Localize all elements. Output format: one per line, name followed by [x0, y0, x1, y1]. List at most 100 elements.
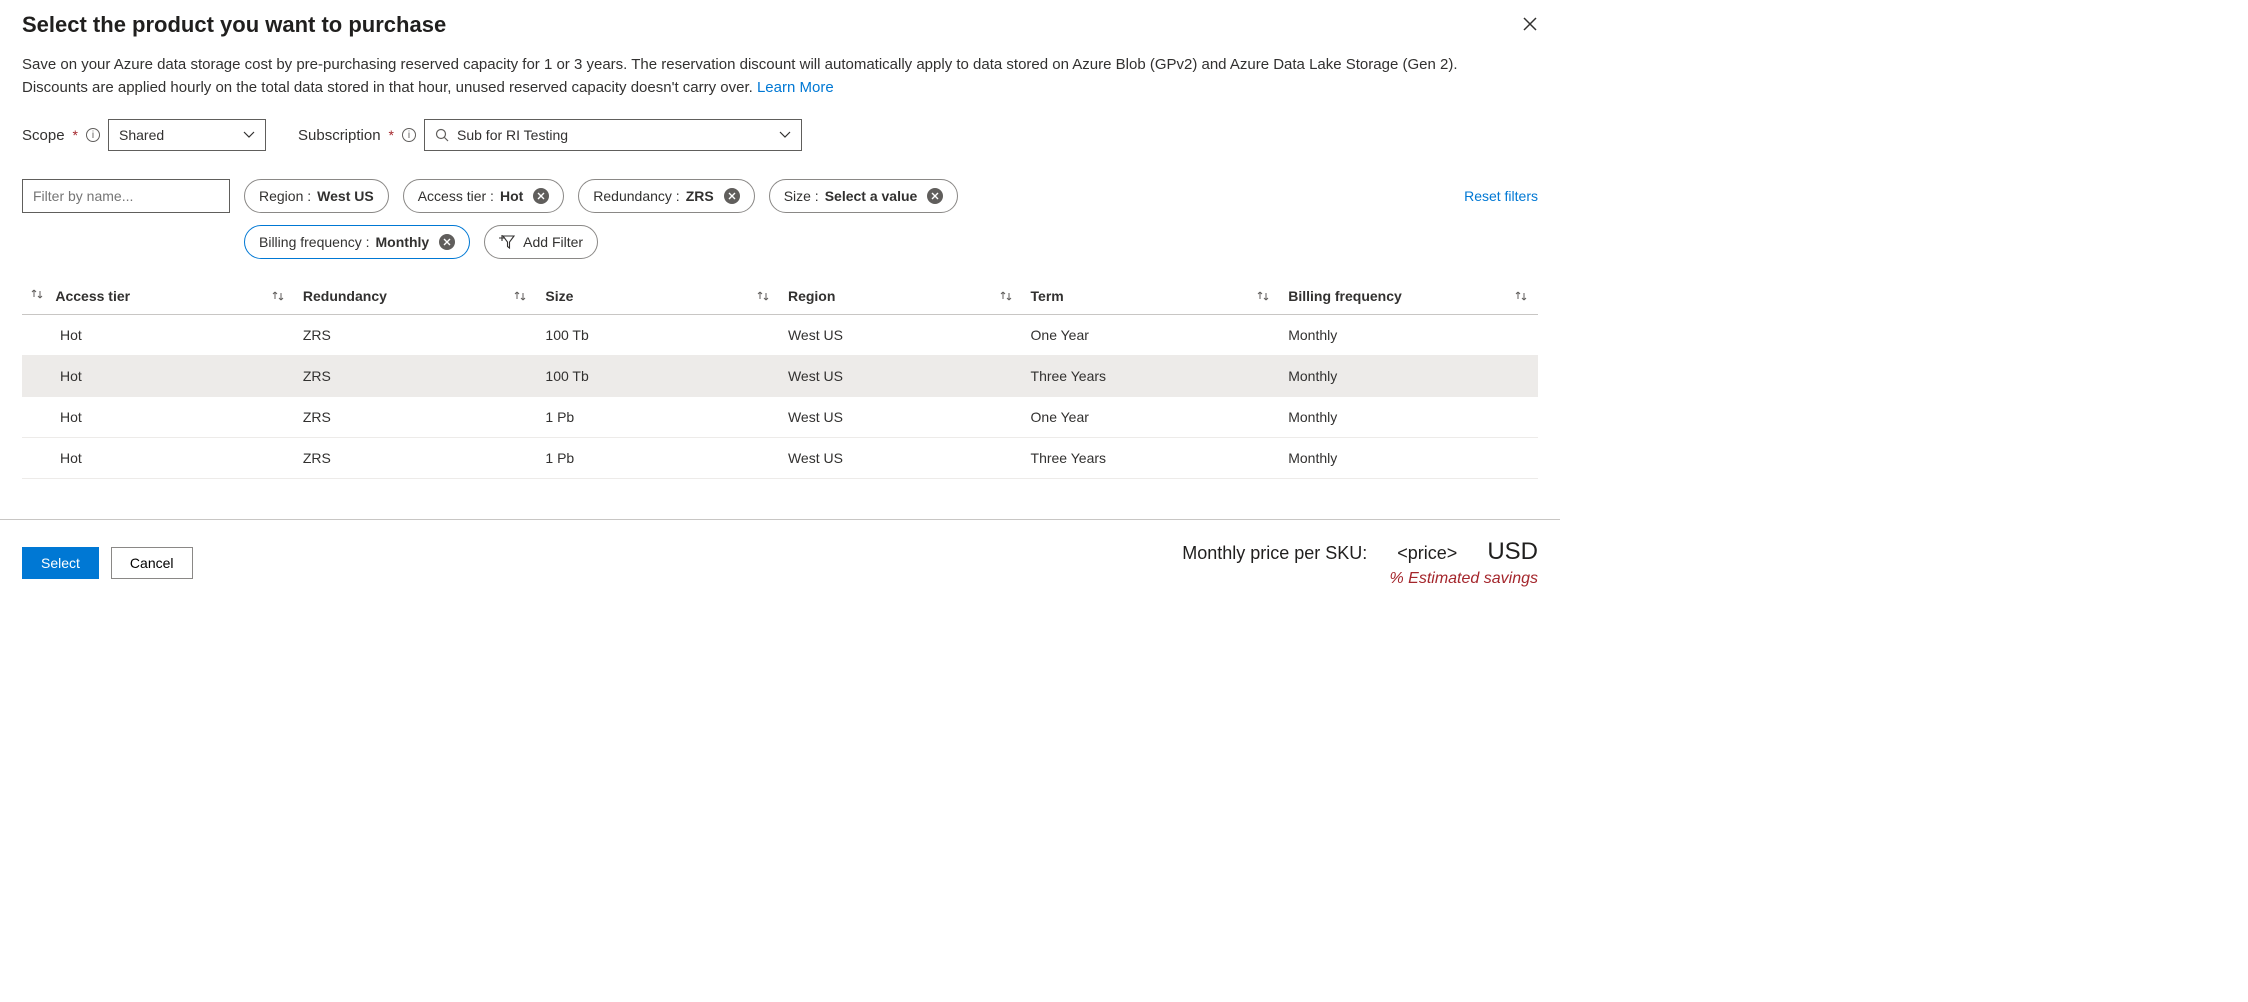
clear-filter-icon[interactable] [927, 188, 943, 204]
col-region[interactable]: Region [780, 277, 1023, 315]
learn-more-link[interactable]: Learn More [757, 79, 834, 96]
chevron-down-icon [779, 131, 791, 139]
close-button[interactable] [1518, 12, 1542, 36]
pill-label: Size : [784, 188, 819, 204]
cell-size: 1 Pb [537, 438, 780, 479]
sort-icon [756, 289, 770, 306]
table-row[interactable]: Hot ZRS 100 Tb West US One Year Monthly [22, 315, 1538, 356]
products-table: Access tier Redundancy Size [22, 277, 1538, 479]
filter-pill-access-tier[interactable]: Access tier : Hot [403, 179, 565, 213]
description-text: Save on your Azure data storage cost by … [22, 56, 1458, 96]
required-indicator: * [73, 127, 78, 143]
select-button[interactable]: Select [22, 547, 99, 579]
cell-size: 1 Pb [537, 397, 780, 438]
filter-pill-billing-frequency[interactable]: Billing frequency : Monthly [244, 225, 470, 259]
clear-filter-icon[interactable] [439, 234, 455, 250]
price-label: Monthly price per SKU: [1182, 543, 1367, 564]
cell-billing: Monthly [1280, 356, 1538, 397]
cell-access-tier: Hot [22, 356, 295, 397]
cell-region: West US [780, 356, 1023, 397]
purchase-panel: Select the product you want to purchase … [0, 0, 1560, 606]
scope-field: Scope * i Shared [22, 119, 266, 151]
col-label: Size [545, 288, 573, 304]
filter-by-name-input[interactable] [22, 179, 230, 213]
cell-billing: Monthly [1280, 438, 1538, 479]
sort-icon [271, 289, 285, 306]
cell-term: One Year [1023, 397, 1281, 438]
pill-value: Select a value [825, 188, 918, 204]
add-filter-button[interactable]: Add Filter [484, 225, 598, 259]
add-filter-icon [499, 234, 515, 250]
pill-label: Redundancy : [593, 188, 679, 204]
info-icon[interactable]: i [86, 128, 100, 142]
savings-label: % Estimated savings [1182, 570, 1538, 588]
cell-redundancy: ZRS [295, 356, 538, 397]
sort-icon [1514, 289, 1528, 306]
pill-value: ZRS [686, 188, 714, 204]
filter-pill-redundancy[interactable]: Redundancy : ZRS [578, 179, 754, 213]
subscription-value: Sub for RI Testing [457, 127, 568, 143]
add-filter-label: Add Filter [523, 234, 583, 250]
table-row[interactable]: Hot ZRS 100 Tb West US Three Years Month… [22, 356, 1538, 397]
pill-label: Billing frequency : [259, 234, 370, 250]
cell-size: 100 Tb [537, 356, 780, 397]
sort-icon [30, 287, 44, 301]
clear-filter-icon[interactable] [533, 188, 549, 204]
table-row[interactable]: Hot ZRS 1 Pb West US One Year Monthly [22, 397, 1538, 438]
fields-row: Scope * i Shared Subscription * i [22, 119, 1538, 151]
sort-icon [1256, 289, 1270, 306]
footer: Select Cancel Monthly price per SKU: <pr… [0, 519, 1560, 606]
currency-label: USD [1487, 538, 1538, 566]
col-size[interactable]: Size [537, 277, 780, 315]
close-icon [1523, 17, 1537, 31]
col-redundancy[interactable]: Redundancy [295, 277, 538, 315]
table-header-row: Access tier Redundancy Size [22, 277, 1538, 315]
col-label: Region [788, 288, 835, 304]
reset-filters-link[interactable]: Reset filters [1464, 188, 1538, 204]
info-icon[interactable]: i [402, 128, 416, 142]
filter-pill-region[interactable]: Region : West US [244, 179, 389, 213]
cell-redundancy: ZRS [295, 315, 538, 356]
cell-term: Three Years [1023, 438, 1281, 479]
scope-label: Scope [22, 127, 65, 144]
filter-pill-size[interactable]: Size : Select a value [769, 179, 959, 213]
cell-region: West US [780, 315, 1023, 356]
cell-region: West US [780, 438, 1023, 479]
filters-row-2: Billing frequency : Monthly Add Filter [244, 225, 1538, 259]
cell-size: 100 Tb [537, 315, 780, 356]
cell-access-tier: Hot [22, 438, 295, 479]
price-value: <price> [1397, 543, 1457, 564]
cell-billing: Monthly [1280, 315, 1538, 356]
cell-redundancy: ZRS [295, 438, 538, 479]
cell-region: West US [780, 397, 1023, 438]
filters-row: Region : West US Access tier : Hot Redun… [22, 179, 1538, 213]
footer-actions: Select Cancel [22, 547, 193, 579]
cell-access-tier: Hot [22, 315, 295, 356]
clear-filter-icon[interactable] [724, 188, 740, 204]
cell-term: One Year [1023, 315, 1281, 356]
subscription-label: Subscription [298, 127, 381, 144]
page-title: Select the product you want to purchase [22, 12, 1538, 38]
pill-label: Region : [259, 188, 311, 204]
pill-value: Hot [500, 188, 523, 204]
scope-value: Shared [119, 127, 164, 143]
col-label: Billing frequency [1288, 288, 1402, 304]
scope-select[interactable]: Shared [108, 119, 266, 151]
col-term[interactable]: Term [1023, 277, 1281, 315]
pill-value: Monthly [376, 234, 430, 250]
table-body: Hot ZRS 100 Tb West US One Year Monthly … [22, 315, 1538, 479]
subscription-field: Subscription * i Sub for RI Testing [298, 119, 802, 151]
cancel-button[interactable]: Cancel [111, 547, 193, 579]
search-icon [435, 128, 449, 142]
col-access-tier[interactable]: Access tier [22, 277, 295, 315]
cell-billing: Monthly [1280, 397, 1538, 438]
sort-icon [999, 289, 1013, 306]
subscription-select[interactable]: Sub for RI Testing [424, 119, 802, 151]
col-label: Redundancy [303, 288, 387, 304]
page-description: Save on your Azure data storage cost by … [22, 54, 1482, 99]
chevron-down-icon [243, 131, 255, 139]
col-billing[interactable]: Billing frequency [1280, 277, 1538, 315]
sort-icon [513, 289, 527, 306]
table-row[interactable]: Hot ZRS 1 Pb West US Three Years Monthly [22, 438, 1538, 479]
cell-term: Three Years [1023, 356, 1281, 397]
